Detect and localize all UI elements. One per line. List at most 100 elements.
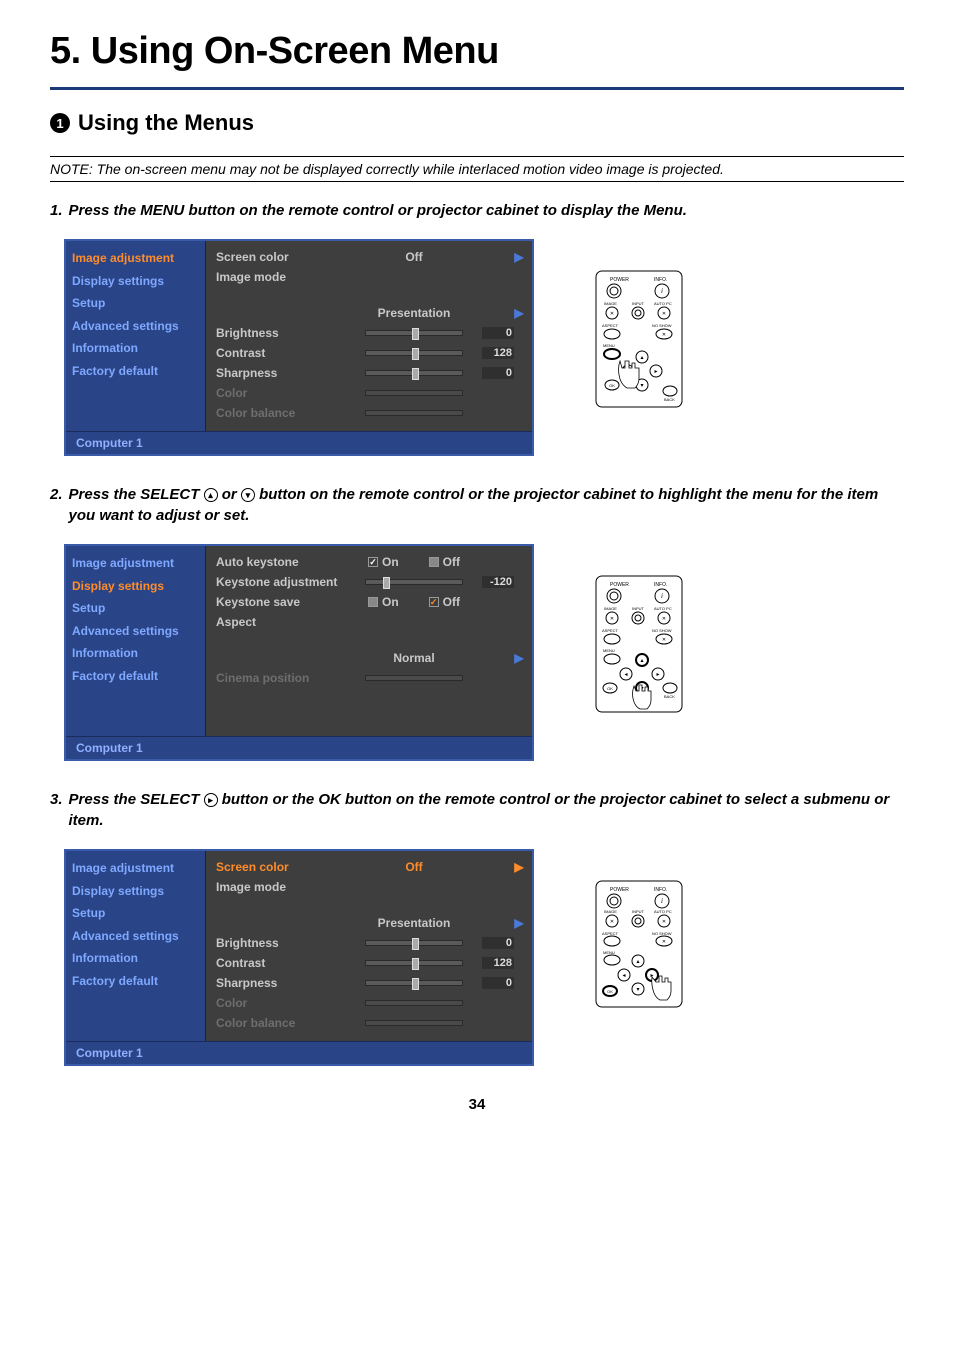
remote-diagram-right-ok: POWER INFO. i IMAGE INPUT AUTO PC ✕ ✕ AS… bbox=[594, 879, 684, 1009]
slider-sharpness bbox=[365, 370, 463, 376]
osd2-mi-factory-default: Factory default bbox=[66, 665, 205, 688]
down-arrow-icon: ▾ bbox=[241, 488, 255, 502]
osd3-mi-advanced-settings: Advanced settings bbox=[66, 925, 205, 948]
remote-label-menu: MENU bbox=[603, 343, 615, 348]
section-heading: 1 Using the Menus bbox=[50, 110, 904, 136]
osd1-sharpness-value: 0 bbox=[482, 367, 514, 379]
slider-contrast bbox=[365, 350, 463, 356]
osd1-screencolor-value: Off bbox=[346, 250, 482, 264]
svg-text:✕: ✕ bbox=[610, 919, 614, 925]
svg-text:INFO.: INFO. bbox=[654, 582, 667, 588]
svg-text:IMAGE: IMAGE bbox=[604, 606, 617, 611]
svg-text:MENU: MENU bbox=[603, 648, 615, 653]
svg-text:POWER: POWER bbox=[610, 582, 629, 588]
svg-text:OK: OK bbox=[607, 686, 613, 691]
slider-brightness bbox=[365, 940, 463, 946]
slider-color bbox=[365, 390, 463, 396]
osd3-sharpness-value: 0 bbox=[482, 977, 514, 989]
right-arrow-icon: ▶ bbox=[514, 250, 524, 264]
step-3-num: 3. bbox=[50, 789, 63, 831]
osd1-footer: Computer 1 bbox=[66, 431, 532, 454]
figure-row-1: Image adjustment Display settings Setup … bbox=[64, 239, 904, 456]
remote-label-power: POWER bbox=[610, 277, 629, 283]
osd2-sidebar: Image adjustment Display settings Setup … bbox=[66, 546, 206, 736]
osd1-mi-image-adjustment: Image adjustment bbox=[66, 247, 205, 270]
svg-text:i: i bbox=[661, 897, 663, 905]
osd1-brightness-label: Brightness bbox=[216, 326, 346, 340]
chapter-title: 5. Using On-Screen Menu bbox=[50, 30, 904, 73]
svg-text:✕: ✕ bbox=[662, 939, 666, 945]
osd1-colorbalance-label: Color balance bbox=[216, 406, 346, 420]
page-number: 34 bbox=[50, 1096, 904, 1113]
svg-text:✕: ✕ bbox=[662, 332, 666, 338]
checkbox-icon bbox=[368, 597, 378, 607]
svg-text:AUTO PC: AUTO PC bbox=[654, 909, 672, 914]
osd1-content: Screen color Off ▶ Image mode Presentati… bbox=[206, 241, 532, 431]
svg-text:▴: ▴ bbox=[640, 355, 643, 361]
step-2: 2. Press the SELECT ▴ or ▾ button on the… bbox=[50, 484, 904, 526]
osd1-contrast-label: Contrast bbox=[216, 346, 346, 360]
osd2-keystoneadj-label: Keystone adjustment bbox=[216, 575, 346, 589]
title-rule bbox=[50, 87, 904, 90]
svg-text:NO SHOW: NO SHOW bbox=[652, 628, 672, 633]
osd3-mi-information: Information bbox=[66, 947, 205, 970]
svg-text:◂: ◂ bbox=[622, 973, 625, 979]
osd3-mi-image-adjustment: Image adjustment bbox=[66, 857, 205, 880]
svg-text:▴: ▴ bbox=[636, 959, 639, 965]
osd1-sidebar: Image adjustment Display settings Setup … bbox=[66, 241, 206, 431]
svg-text:i: i bbox=[661, 592, 663, 600]
osd2-content: Auto keystone On Off Keystone adjustment… bbox=[206, 546, 532, 736]
svg-text:▾: ▾ bbox=[640, 383, 643, 389]
osd3-footer: Computer 1 bbox=[66, 1041, 532, 1064]
step-3: 3. Press the SELECT ▸ button or the OK b… bbox=[50, 789, 904, 831]
remote-label-input: INPUT bbox=[632, 301, 645, 306]
osd1-mi-display-settings: Display settings bbox=[66, 270, 205, 293]
osd3-contrast-label: Contrast bbox=[216, 956, 346, 970]
note-text: NOTE: The on-screen menu may not be disp… bbox=[50, 159, 904, 179]
slider-sharpness bbox=[365, 980, 463, 986]
osd2-footer: Computer 1 bbox=[66, 736, 532, 759]
svg-text:▸: ▸ bbox=[654, 369, 657, 375]
slider-colorbalance bbox=[365, 1020, 463, 1026]
slider-contrast bbox=[365, 960, 463, 966]
osd1-mi-information: Information bbox=[66, 337, 205, 360]
checkbox-icon bbox=[368, 557, 378, 567]
osd1-screencolor-label: Screen color bbox=[216, 250, 346, 264]
svg-text:INFO.: INFO. bbox=[654, 887, 667, 893]
osd2-aspect-value: Normal bbox=[346, 651, 482, 665]
osd2-mi-advanced-settings: Advanced settings bbox=[66, 620, 205, 643]
slider-keystone bbox=[365, 579, 463, 585]
osd-menu-3: Image adjustment Display settings Setup … bbox=[64, 849, 534, 1066]
section-title: Using the Menus bbox=[78, 110, 254, 136]
osd2-autokeystone-off: Off bbox=[443, 555, 460, 569]
svg-text:✕: ✕ bbox=[662, 919, 666, 925]
remote-label-autopc: AUTO PC bbox=[654, 301, 672, 306]
remote-label-ok: OK bbox=[609, 383, 615, 388]
svg-text:OK: OK bbox=[607, 989, 613, 994]
osd2-keystonesave-label: Keystone save bbox=[216, 595, 346, 609]
up-arrow-icon: ▴ bbox=[204, 488, 218, 502]
right-arrow-icon: ▶ bbox=[514, 916, 524, 930]
osd3-mi-factory-default: Factory default bbox=[66, 970, 205, 993]
osd3-colorbalance-label: Color balance bbox=[216, 1016, 346, 1030]
osd1-imagemode-value: Presentation bbox=[346, 306, 482, 320]
osd2-aspect-label: Aspect bbox=[216, 615, 346, 629]
remote-diagram-menu: POWER INFO. i IMAGE INPUT AUTO PC ✕ ✕ AS… bbox=[594, 269, 684, 409]
osd2-cinemapos-label: Cinema position bbox=[216, 671, 346, 685]
osd3-brightness-label: Brightness bbox=[216, 936, 346, 950]
osd3-mi-display-settings: Display settings bbox=[66, 880, 205, 903]
osd3-screencolor-value: Off bbox=[346, 860, 482, 874]
step-2-text: Press the SELECT ▴ or ▾ button on the re… bbox=[69, 484, 904, 526]
osd2-keystoneadj-value: -120 bbox=[482, 576, 514, 588]
svg-text:✕: ✕ bbox=[610, 616, 614, 622]
svg-text:✕: ✕ bbox=[610, 311, 614, 317]
osd3-sharpness-label: Sharpness bbox=[216, 976, 346, 990]
svg-text:POWER: POWER bbox=[610, 887, 629, 893]
svg-text:ASPECT: ASPECT bbox=[602, 628, 619, 633]
figure-row-2: Image adjustment Display settings Setup … bbox=[64, 544, 904, 761]
svg-text:▸: ▸ bbox=[656, 672, 659, 678]
slider-cinemapos bbox=[365, 675, 463, 681]
osd3-screencolor-label: Screen color bbox=[216, 860, 346, 874]
osd1-mi-factory-default: Factory default bbox=[66, 360, 205, 383]
checkbox-icon bbox=[429, 557, 439, 567]
